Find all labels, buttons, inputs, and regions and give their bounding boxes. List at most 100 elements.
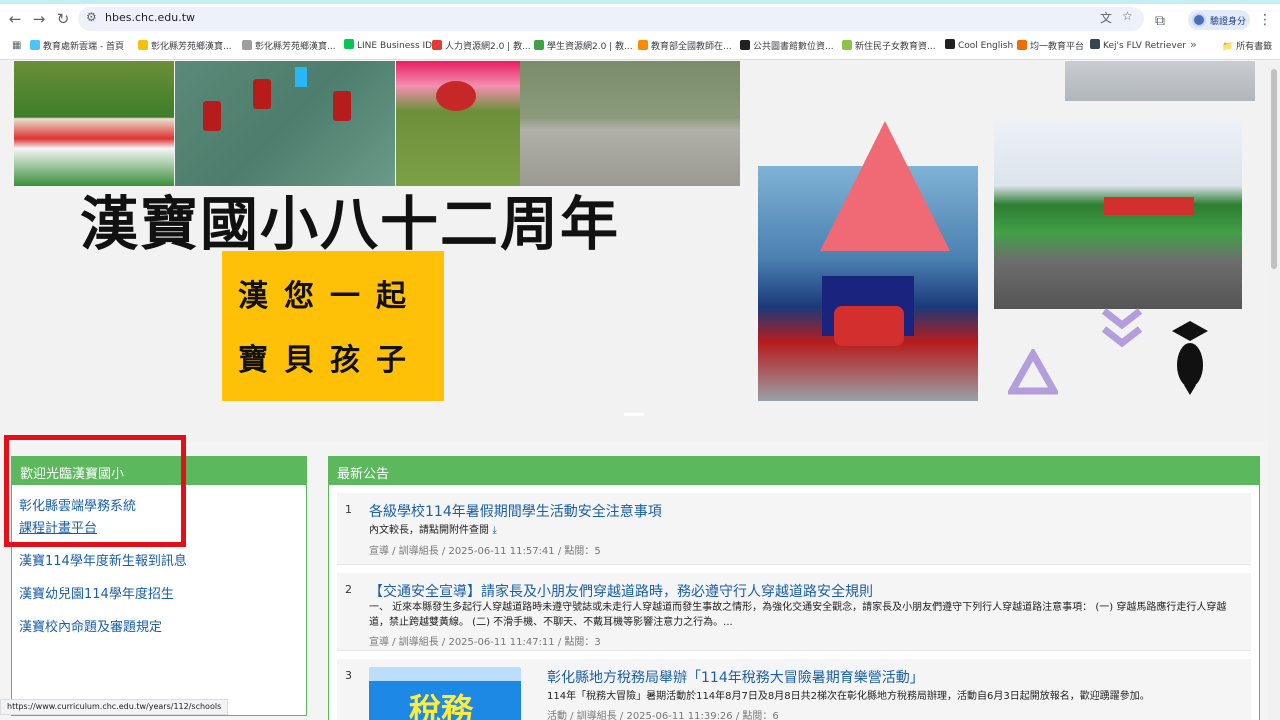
highlight-annotation-box [4, 435, 186, 547]
pink-triangle-icon [820, 121, 950, 251]
news-item: 3 稅務 彰化縣地方稅務局舉辦「114年稅務大冒險暑期育樂營活動」 114年「稅… [337, 659, 1251, 720]
bookmark-favicon-icon [432, 40, 442, 50]
bookmark-item[interactable]: 均一教育平台 [1017, 39, 1084, 52]
browser-chrome: ← → ↻ ⚙ hbes.chc.edu.tw 文 ☆ ⧉ 驗證身分 ⋮ ▦ 教… [0, 0, 1280, 60]
bookmark-item[interactable]: 彰化縣芳苑鄉漢寶... [242, 39, 336, 52]
bookmark-label: 彰化縣芳苑鄉漢寶... [151, 42, 232, 52]
news-panel-title: 最新公告 [337, 467, 390, 482]
news-panel-header: 最新公告 [329, 457, 1259, 485]
bookmark-favicon-icon [1090, 39, 1100, 49]
all-bookmarks-label: 所有書籤 [1236, 42, 1273, 52]
bookmark-label: 教育部全國教師在... [651, 42, 732, 52]
bookmark-favicon-icon [842, 40, 852, 50]
bookmark-item[interactable]: 新住民子女教育資... [842, 39, 936, 52]
download-icon[interactable]: ⤓ [492, 525, 496, 536]
news-item-meta: 活動 / 訓導組長 / 2025-06-11 11:39:26 / 點閱：6 [547, 711, 779, 720]
bookmark-label: 均一教育平台 [1030, 42, 1085, 52]
photo-event-crowd [994, 119, 1242, 309]
bookmark-label: 彰化縣芳苑鄉漢寶... [255, 42, 336, 52]
reload-icon[interactable]: ↻ [53, 9, 73, 29]
bookmark-favicon-icon [138, 40, 148, 50]
news-item-number: 1 [345, 503, 352, 516]
news-item-meta: 宣導 / 訓導組長 / 2025-06-11 11:47:11 / 點閱：3 [369, 637, 601, 648]
bookmark-label: LINE Business ID [357, 41, 433, 51]
link-kindergarten-enrollment[interactable]: 漢寶幼兒園114學年度招生 [19, 583, 174, 602]
news-item-title[interactable]: 彰化縣地方稅務局舉辦「114年稅務大冒險暑期育樂營活動」 [547, 667, 924, 687]
photo-lion-dance-poster [396, 61, 520, 186]
hero-banner: 漢寶國小八十二周年 漢您一起 寶貝孩子 [0, 61, 1268, 441]
bookmark-favicon-icon [1017, 40, 1027, 50]
bookmark-favicon-icon [242, 40, 252, 50]
news-item-thumbnail[interactable]: 稅務 [369, 667, 521, 720]
back-arrow-icon[interactable]: ← [5, 9, 25, 29]
link-exam-rules[interactable]: 漢寶校內命題及審題規定 [19, 616, 162, 635]
slogan-box: 漢您一起 寶貝孩子 [222, 251, 444, 401]
bookmark-label: 新住民子女教育資... [855, 42, 936, 52]
bookmark-favicon-icon [638, 40, 648, 50]
bookmark-label: 人力資源網2.0 | 教... [445, 42, 531, 52]
bookmark-label: 學生資源網2.0 | 教... [547, 42, 633, 52]
news-item-number: 2 [345, 583, 352, 596]
translate-icon[interactable]: 文 [1100, 9, 1112, 26]
news-item-desc: 一、 近來本縣發生多起行人穿越道路時未遵守號誌或未走行人穿越道而發生事故之情形，… [369, 602, 1227, 628]
news-item-desc: 114年「稅務大冒險」暑期活動於114年8月7日及8月8日共2梯次在彰化縣地方稅… [547, 691, 1150, 702]
news-item-title[interactable]: 各級學校114年暑假期間學生活動安全注意事項 [369, 501, 662, 521]
bookmark-label: 公共圖書館數位資... [753, 42, 834, 52]
status-bar-url: https://www.curriculum.chc.edu.tw/years/… [0, 699, 229, 715]
forward-arrow-icon[interactable]: → [29, 9, 49, 29]
news-item-title[interactable]: 【交通安全宣導】請家長及小朋友們穿越道路時，務必遵守行人穿越道路安全規則 [369, 581, 873, 601]
bookmark-favicon-icon [344, 39, 354, 49]
bookmark-item[interactable]: Cool English [945, 39, 1013, 51]
thumbnail-text: 稅務 [409, 691, 474, 720]
photo-field-reflection [520, 61, 740, 186]
banner-headline: 漢寶國小八十二周年 [80, 190, 621, 258]
url-text[interactable]: hbes.chc.edu.tw [105, 11, 195, 24]
bookmark-label: Cool English [958, 41, 1014, 51]
browser-toolbar: ← → ↻ ⚙ hbes.chc.edu.tw 文 ☆ ⧉ 驗證身分 ⋮ [0, 4, 1280, 34]
bookmarks-more-icon[interactable]: » [1190, 38, 1197, 51]
photo-top-right [1065, 61, 1255, 101]
bookmark-favicon-icon [945, 39, 955, 49]
news-item: 1 各級學校114年暑假期間學生活動安全注意事項 內文較長，請點開附件查閱 ⤓ … [337, 493, 1251, 565]
photo-drum-performance [175, 61, 395, 186]
extensions-icon[interactable]: ⧉ [1155, 13, 1165, 29]
all-bookmarks-button[interactable]: 📁 所有書籤 [1222, 39, 1272, 52]
bookmark-item[interactable]: Kej's FLV Retriever [1090, 39, 1186, 51]
avatar [1192, 13, 1206, 27]
site-info-icon[interactable]: ⚙ [86, 10, 97, 24]
bookmark-item[interactable]: LINE Business ID [344, 39, 432, 51]
bookmarks-bar: 教育處新雲端 - 首頁 彰化縣芳苑鄉漢寶... 彰化縣芳苑鄉漢寶... LINE Bu… [0, 36, 1280, 56]
bookmark-favicon-icon [740, 40, 750, 50]
bookmark-star-icon[interactable]: ☆ [1122, 9, 1133, 23]
graduate-figure-icon [1172, 321, 1208, 395]
menu-kebab-icon[interactable]: ⋮ [1258, 12, 1272, 28]
address-bar[interactable]: ⚙ hbes.chc.edu.tw [78, 7, 1144, 31]
bookmark-label: 教育處新雲端 - 首頁 [43, 42, 124, 52]
carousel-indicator[interactable] [624, 413, 644, 416]
profile-button[interactable]: 驗證身分 [1188, 10, 1250, 30]
news-item-desc: 內文較長，請點開附件查閱 ⤓ [369, 523, 1239, 538]
link-new-student-info[interactable]: 漢寶114學年度新生報到訊息 [19, 550, 187, 569]
bookmark-favicon-icon [30, 40, 40, 50]
bookmark-item[interactable]: 學生資源網2.0 | 教... [534, 39, 633, 52]
page-content: 漢寶國小八十二周年 漢您一起 寶貝孩子 歡迎光臨漢寶國小 彰化縣雲端學務系統 課… [0, 61, 1268, 720]
scrollbar-thumb[interactable] [1271, 69, 1277, 269]
lavender-triangle-icon [1008, 349, 1058, 395]
bookmark-item[interactable]: 教育部全國教師在... [638, 39, 732, 52]
bookmark-item[interactable]: 人力資源網2.0 | 教... [432, 39, 531, 52]
news-item-meta: 宣導 / 訓導組長 / 2025-06-11 11:57:41 / 點閱：5 [369, 546, 601, 557]
bookmark-label: Kej's FLV Retriever [1103, 41, 1186, 51]
profile-label: 驗證身分 [1210, 17, 1247, 27]
chevron-down-icon [1101, 308, 1143, 348]
slogan-line-2: 寶貝孩子 [238, 343, 422, 378]
photo-students-group [14, 61, 174, 186]
bookmark-item[interactable]: 教育處新雲端 - 首頁 [30, 39, 124, 52]
news-item-number: 3 [345, 669, 352, 682]
bookmark-favicon-icon [534, 40, 544, 50]
slogan-line-1: 漢您一起 [238, 279, 422, 314]
bookmark-item[interactable]: 公共圖書館數位資... [740, 39, 834, 52]
page-scrollbar[interactable] [1268, 61, 1280, 720]
bookmark-item[interactable]: 彰化縣芳苑鄉漢寶... [138, 39, 232, 52]
news-panel: 最新公告 1 各級學校114年暑假期間學生活動安全注意事項 內文較長，請點開附件… [328, 456, 1260, 720]
news-item: 2 【交通安全宣導】請家長及小朋友們穿越道路時，務必遵守行人穿越道路安全規則 一… [337, 573, 1251, 651]
